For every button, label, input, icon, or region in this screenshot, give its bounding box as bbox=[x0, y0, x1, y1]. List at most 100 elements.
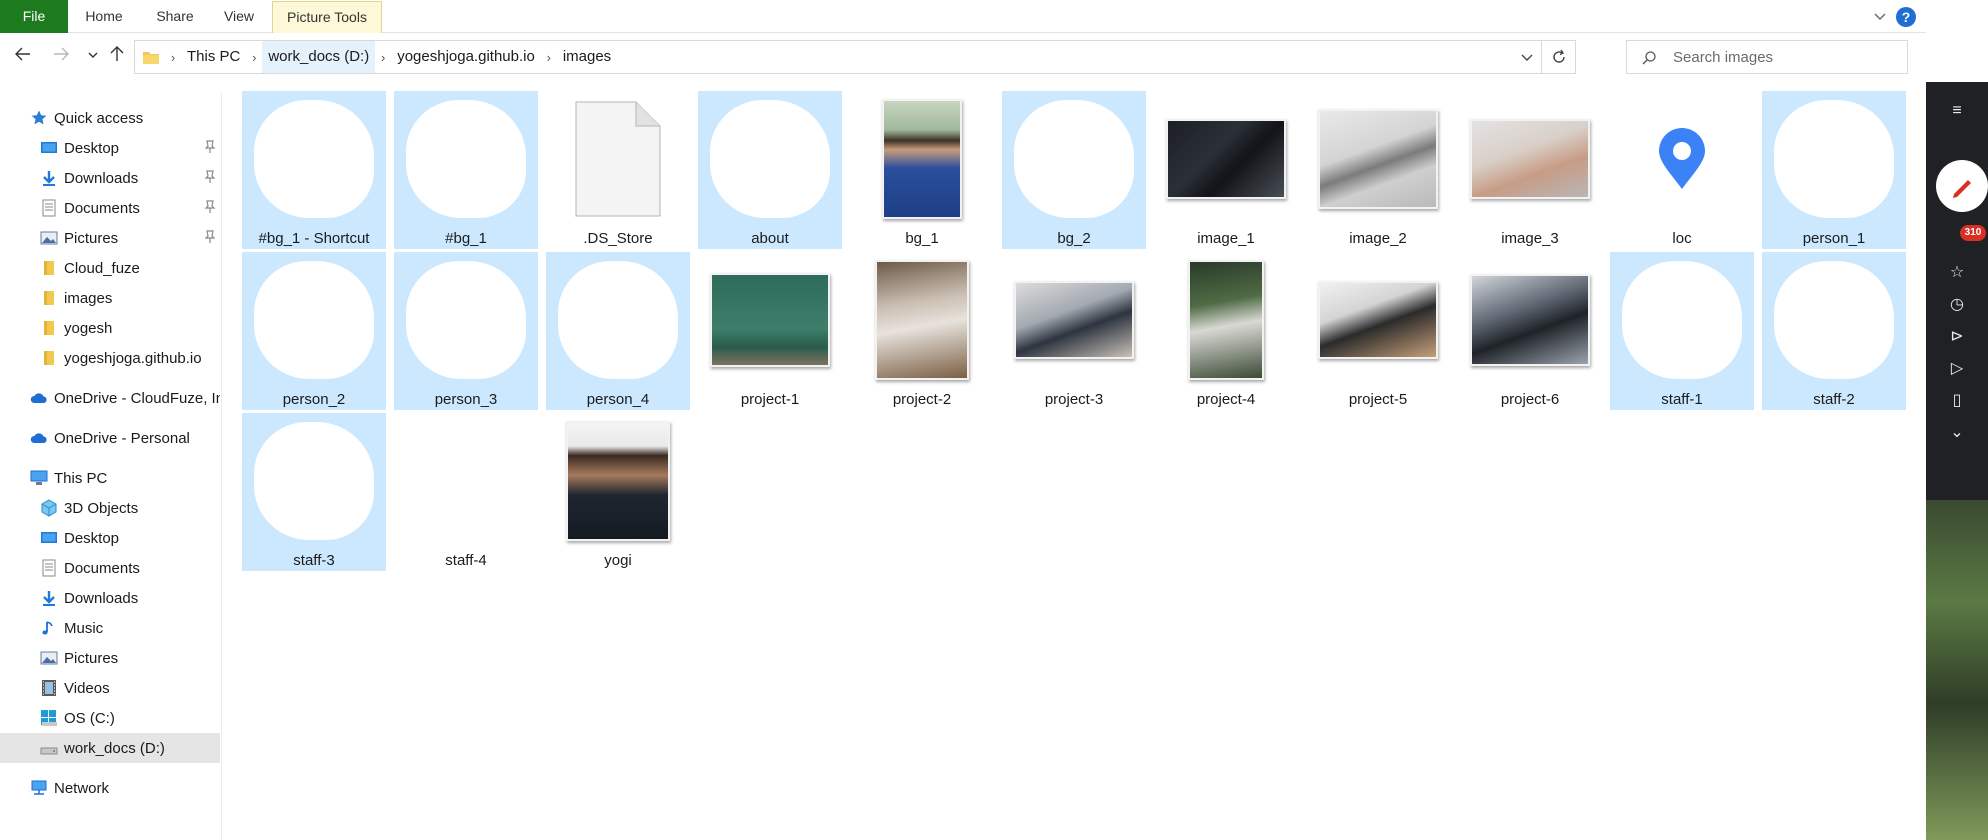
nav-work-docs[interactable]: work_docs (D:) bbox=[0, 733, 220, 763]
search-box[interactable] bbox=[1626, 40, 1908, 74]
file-item[interactable]: project-1 bbox=[698, 252, 842, 410]
nav-pc-downloads[interactable]: Downloads bbox=[0, 583, 220, 613]
folder-icon bbox=[44, 321, 54, 335]
send-icon[interactable]: ▷ bbox=[1946, 358, 1968, 380]
document-icon[interactable]: ▯ bbox=[1946, 390, 1968, 412]
thumbnail-photo bbox=[1314, 258, 1442, 382]
file-item[interactable]: staff-1 bbox=[1610, 252, 1754, 410]
breadcrumb-images[interactable]: images bbox=[557, 41, 617, 73]
breadcrumb-chevron-icon[interactable]: › bbox=[541, 50, 557, 65]
nav-label: Pictures bbox=[64, 649, 119, 667]
nav-this-pc[interactable]: This PC bbox=[0, 463, 220, 493]
nav-label: Quick access bbox=[54, 109, 144, 127]
breadcrumb-work-docs[interactable]: work_docs (D:) bbox=[262, 41, 376, 73]
breadcrumb-this-pc[interactable]: This PC bbox=[181, 41, 246, 73]
tab-picture-tools[interactable]: Picture Tools bbox=[272, 1, 382, 33]
file-item[interactable]: staff-4 bbox=[394, 413, 538, 571]
tab-file[interactable]: File bbox=[0, 0, 68, 33]
file-item[interactable]: staff-3 bbox=[242, 413, 386, 571]
nav-music[interactable]: Music bbox=[0, 613, 220, 643]
refresh-button[interactable] bbox=[1541, 41, 1575, 73]
file-item[interactable]: bg_1 bbox=[850, 91, 994, 249]
file-item[interactable]: loc bbox=[1610, 91, 1754, 249]
file-item[interactable]: about bbox=[698, 91, 842, 249]
nav-downloads[interactable]: Downloads bbox=[0, 163, 220, 193]
history-icon[interactable]: ◷ bbox=[1946, 294, 1968, 316]
chevron-down-icon[interactable]: ⌄ bbox=[1946, 422, 1968, 444]
file-item[interactable]: project-3 bbox=[1002, 252, 1146, 410]
file-item[interactable]: bg_2 bbox=[1002, 91, 1146, 249]
music-note-icon bbox=[42, 621, 53, 635]
menu-icon[interactable]: ≡ bbox=[1946, 100, 1968, 122]
nav-pc-pictures[interactable]: Pictures bbox=[0, 643, 220, 673]
star-icon[interactable]: ☆ bbox=[1946, 262, 1968, 284]
nav-pictures[interactable]: Pictures bbox=[0, 223, 220, 253]
nav-onedrive-personal[interactable]: OneDrive - Personal bbox=[0, 423, 220, 453]
edit-pen-button[interactable] bbox=[1936, 160, 1988, 212]
breadcrumb-chevron-icon[interactable]: › bbox=[246, 50, 262, 65]
expand-ribbon-chevron-icon[interactable] bbox=[1872, 8, 1888, 24]
file-item[interactable]: person_1 bbox=[1762, 91, 1906, 249]
file-item[interactable]: person_2 bbox=[242, 252, 386, 410]
nav-pc-documents[interactable]: Documents bbox=[0, 553, 220, 583]
nav-os-c[interactable]: OS (C:) bbox=[0, 703, 220, 733]
recent-locations-button[interactable] bbox=[80, 44, 106, 70]
nav-quick-access[interactable]: Quick access bbox=[0, 103, 220, 133]
file-item[interactable]: project-4 bbox=[1154, 252, 1298, 410]
pin-icon[interactable] bbox=[204, 140, 216, 154]
file-item[interactable]: .DS_Store bbox=[546, 91, 690, 249]
breadcrumb-chevron-icon[interactable]: › bbox=[375, 50, 391, 65]
file-item[interactable]: image_3 bbox=[1458, 91, 1602, 249]
redacted-blob bbox=[710, 100, 830, 218]
nav-label: Documents bbox=[64, 199, 140, 217]
nav-network[interactable]: Network bbox=[0, 773, 220, 803]
nav-pc-desktop[interactable]: Desktop bbox=[0, 523, 220, 553]
file-name: staff-2 bbox=[1813, 391, 1855, 408]
file-item[interactable]: #bg_1 - Shortcut bbox=[242, 91, 386, 249]
file-item[interactable]: image_2 bbox=[1306, 91, 1450, 249]
redacted-blob bbox=[1014, 100, 1134, 218]
file-item[interactable]: person_4 bbox=[546, 252, 690, 410]
nav-images[interactable]: images bbox=[0, 283, 220, 313]
file-item[interactable]: project-5 bbox=[1306, 252, 1450, 410]
nav-yogesh[interactable]: yogesh bbox=[0, 313, 220, 343]
up-button[interactable] bbox=[104, 44, 130, 70]
address-history-chevron-icon[interactable] bbox=[1519, 49, 1535, 65]
address-bar[interactable]: › This PC › work_docs (D:) › yogeshjoga.… bbox=[134, 40, 1576, 74]
pin-icon[interactable] bbox=[204, 230, 216, 244]
nav-label: Cloud_fuze bbox=[64, 259, 140, 277]
search-input[interactable] bbox=[1673, 41, 1899, 73]
file-item[interactable]: project-6 bbox=[1458, 252, 1602, 410]
arrow-right-icon bbox=[54, 47, 69, 61]
arrow-icon[interactable]: ⊳ bbox=[1946, 326, 1968, 348]
redacted-blob bbox=[1774, 100, 1894, 218]
nav-label: This PC bbox=[54, 469, 108, 487]
forward-button[interactable] bbox=[48, 44, 74, 70]
location-pin-icon bbox=[1659, 128, 1705, 189]
file-item[interactable]: person_3 bbox=[394, 252, 538, 410]
tab-share[interactable]: Share bbox=[144, 0, 206, 33]
nav-3d-objects[interactable]: 3D Objects bbox=[0, 493, 220, 523]
pin-icon[interactable] bbox=[204, 200, 216, 214]
nav-desktop[interactable]: Desktop bbox=[0, 133, 220, 163]
back-button[interactable] bbox=[10, 44, 36, 70]
file-item[interactable]: image_1 bbox=[1154, 91, 1298, 249]
nav-cloud-fuze[interactable]: Cloud_fuze bbox=[0, 253, 220, 283]
help-icon[interactable]: ? bbox=[1896, 7, 1916, 27]
tab-home[interactable]: Home bbox=[72, 0, 136, 33]
nav-yogeshjoga[interactable]: yogeshjoga.github.io bbox=[0, 343, 220, 373]
nav-onedrive-business[interactable]: OneDrive - CloudFuze, Inc bbox=[0, 383, 220, 413]
nav-documents[interactable]: Documents bbox=[0, 193, 220, 223]
file-name: image_3 bbox=[1501, 230, 1559, 247]
nav-videos[interactable]: Videos bbox=[0, 673, 220, 703]
file-name: #bg_1 bbox=[445, 230, 487, 247]
file-item[interactable]: staff-2 bbox=[1762, 252, 1906, 410]
pin-icon[interactable] bbox=[204, 170, 216, 184]
file-item[interactable]: #bg_1 bbox=[394, 91, 538, 249]
breadcrumb-yogeshjoga[interactable]: yogeshjoga.github.io bbox=[391, 41, 541, 73]
breadcrumb-chevron-icon[interactable]: › bbox=[165, 50, 181, 65]
photo-portrait-blue bbox=[882, 99, 962, 219]
file-item[interactable]: project-2 bbox=[850, 252, 994, 410]
file-item[interactable]: yogi bbox=[546, 413, 690, 571]
tab-view[interactable]: View bbox=[214, 0, 264, 33]
